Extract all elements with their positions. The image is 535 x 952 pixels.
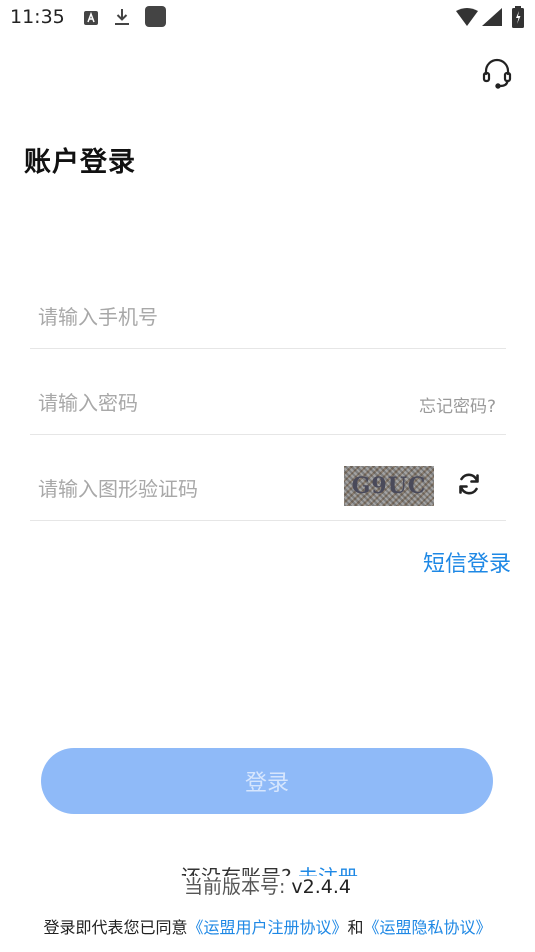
page-title: 账户登录 [24,147,136,178]
phone-input[interactable] [38,302,478,332]
captcha-image[interactable]: G9UC [344,466,434,506]
status-bar: 11:35 [0,0,535,36]
download-icon [114,8,130,26]
agreement-row: 登录即代表您已同意《运盟用户注册协议》和《运盟隐私协议》 [0,914,535,938]
privacy-agreement-link[interactable]: 《运盟隐私协议》 [364,918,492,937]
forgot-password-link[interactable]: 忘记密码? [419,392,496,417]
wifi-icon [456,8,478,26]
headset-icon [480,56,514,94]
user-agreement-link[interactable]: 《运盟用户注册协议》 [187,918,347,937]
agreement-prefix: 登录即代表您已同意 [43,918,188,937]
captcha-input[interactable] [38,474,318,504]
version-value: v2.4.4 [291,876,352,898]
refresh-icon [456,471,482,501]
signal-icon [482,8,502,26]
sms-login-link[interactable]: 短信登录 [423,546,511,578]
version-row: 当前版本号: v2.4.4 [0,872,535,899]
agreement-and: 和 [347,918,364,937]
version-label: 当前版本号: [183,876,286,898]
battery-icon [512,6,524,28]
captcha-field-row: G9UC [30,460,506,521]
app-square-icon [145,6,166,27]
password-input[interactable] [38,388,338,418]
captcha-text: G9UC [351,473,427,499]
password-field-row: 忘记密码? [30,374,506,435]
status-time: 11:35 [10,6,65,28]
captcha-refresh-button[interactable] [454,471,484,501]
phone-field-row [30,288,506,349]
customer-support-button[interactable] [478,56,516,94]
a-notification-icon [84,10,98,25]
login-button[interactable]: 登录 [41,748,493,814]
